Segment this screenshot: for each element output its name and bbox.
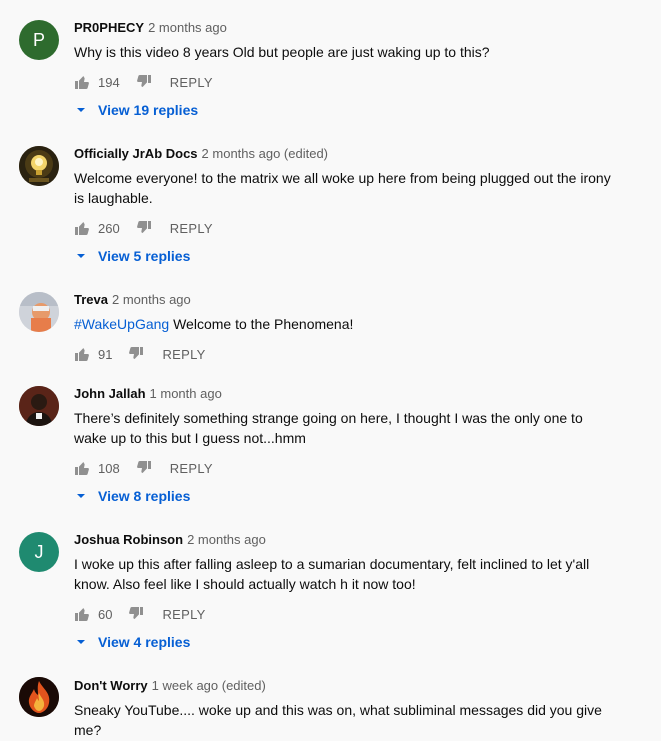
like-count: 260 xyxy=(98,220,120,236)
comment-time[interactable]: 1 month ago xyxy=(150,386,222,401)
comment-header: Officially JrAb Docs 2 months ago (edited… xyxy=(74,146,328,162)
comment-actions: 194 REPLY xyxy=(74,72,213,92)
comment-text: I woke up this after falling asleep to a… xyxy=(74,556,590,592)
comment-author[interactable]: Officially JrAb Docs xyxy=(74,146,198,161)
caret-down-icon xyxy=(74,635,88,649)
reply-button[interactable]: REPLY xyxy=(162,347,205,362)
thumbs-up-icon[interactable] xyxy=(74,220,90,236)
view-replies-button[interactable]: View 19 replies xyxy=(74,100,198,120)
view-replies-button[interactable]: View 8 replies xyxy=(74,486,190,506)
comment-text-rest: Welcome to the Phenomena! xyxy=(169,316,354,332)
view-replies-label: View 5 replies xyxy=(98,248,191,264)
comment-header: Joshua Robinson 2 months ago xyxy=(74,532,266,548)
comment-author[interactable]: Joshua Robinson xyxy=(74,532,183,547)
view-replies-label: View 8 replies xyxy=(98,488,191,504)
view-replies-label: View 4 replies xyxy=(98,634,191,650)
like-count: 91 xyxy=(98,346,113,362)
reply-button[interactable]: REPLY xyxy=(162,607,205,622)
comment-time[interactable]: 2 months ago (edited) xyxy=(202,146,328,161)
comment-text: There’s definitely something strange goi… xyxy=(74,410,583,446)
comment-time[interactable]: 1 week ago (edited) xyxy=(152,678,266,693)
reply-button[interactable]: REPLY xyxy=(170,221,213,236)
caret-down-icon xyxy=(74,249,88,263)
thumbs-down-icon[interactable] xyxy=(128,606,144,622)
comment-actions: 91 REPLY xyxy=(74,344,206,364)
lightbulb-avatar-icon[interactable] xyxy=(19,146,59,186)
comment-header: PR0PHECY 2 months ago xyxy=(74,20,227,36)
comment-author[interactable]: PR0PHECY xyxy=(74,20,144,35)
comment-author[interactable]: Treva xyxy=(74,292,108,307)
person-photo-avatar-icon[interactable] xyxy=(19,386,59,426)
thumbs-up-icon[interactable] xyxy=(74,460,90,476)
reply-button[interactable]: REPLY xyxy=(170,461,213,476)
view-replies-button[interactable]: View 5 replies xyxy=(74,246,190,266)
reply-button[interactable]: REPLY xyxy=(170,75,213,90)
comment-actions: 260 REPLY xyxy=(74,218,213,238)
caret-down-icon xyxy=(74,103,88,117)
thumbs-up-icon[interactable] xyxy=(74,346,90,362)
like-count: 194 xyxy=(98,74,120,90)
view-replies-button[interactable]: View 4 replies xyxy=(74,632,190,652)
comment-text: Welcome everyone! to the matrix we all w… xyxy=(74,170,611,206)
like-count: 60 xyxy=(98,606,113,622)
thumbs-down-icon[interactable] xyxy=(128,346,144,362)
caret-down-icon xyxy=(74,489,88,503)
comment-time[interactable]: 2 months ago xyxy=(112,292,191,307)
view-replies-label: View 19 replies xyxy=(98,102,199,118)
comment-text: Sneaky YouTube.... woke up and this was … xyxy=(74,702,602,738)
comment-header: John Jallah 1 month ago xyxy=(74,386,222,402)
comment-author[interactable]: John Jallah xyxy=(74,386,146,401)
avatar[interactable]: J xyxy=(19,532,59,572)
comment-actions: 108 REPLY xyxy=(74,458,213,478)
comment-time[interactable]: 2 months ago xyxy=(187,532,266,547)
comment-text: #WakeUpGang Welcome to the Phenomena! xyxy=(74,314,614,334)
comment-header: Don't Worry 1 week ago (edited) xyxy=(74,678,266,694)
avatar[interactable]: P xyxy=(19,20,59,60)
comment-time[interactable]: 2 months ago xyxy=(148,20,227,35)
avatar-letter: J xyxy=(34,541,44,562)
thumbs-up-icon[interactable] xyxy=(74,74,90,90)
comment-text: Why is this video 8 years Old but people… xyxy=(74,44,490,60)
avatar-letter: P xyxy=(32,29,45,50)
thumbs-up-icon[interactable] xyxy=(74,606,90,622)
like-count: 108 xyxy=(98,460,120,476)
photo-avatar-icon[interactable] xyxy=(19,292,59,332)
comment-header: Treva 2 months ago xyxy=(74,292,191,308)
thumbs-down-icon[interactable] xyxy=(136,74,152,90)
hashtag-link[interactable]: #WakeUpGang xyxy=(74,316,169,332)
comment-actions: 60 REPLY xyxy=(74,604,206,624)
thumbs-down-icon[interactable] xyxy=(136,460,152,476)
thumbs-down-icon[interactable] xyxy=(136,220,152,236)
comment-author[interactable]: Don't Worry xyxy=(74,678,148,693)
fire-avatar-icon[interactable] xyxy=(19,677,59,717)
